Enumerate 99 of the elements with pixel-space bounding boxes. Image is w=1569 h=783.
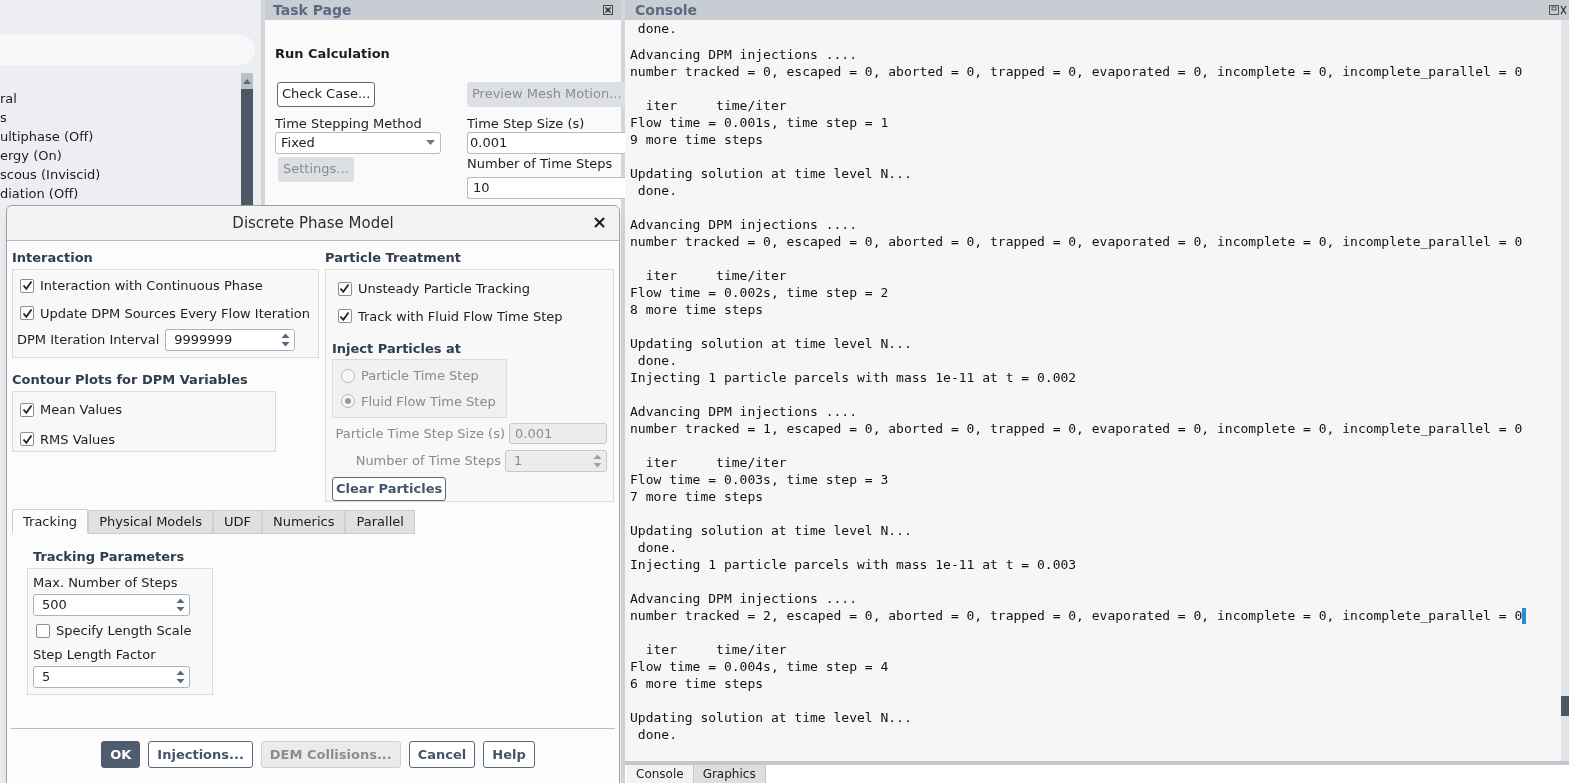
group-title: Contour Plots for DPM Variables xyxy=(12,371,249,388)
console-line: number tracked = 2, escaped = 0, aborted = 0, trapped = 0, evaporated = 0, incomplete = 0, incomplete_parallel = 0 xyxy=(630,607,1523,624)
field-label: Number of Time Steps xyxy=(467,154,614,173)
console-line: number tracked = 1, escaped = 0, aborted = 0, trapped = 0, evaporated = 0, incomplete = 0, incomplete_parallel = 0 xyxy=(630,420,1523,437)
radio-label: Particle Time Step xyxy=(360,367,479,385)
dialog-tab[interactable]: Physical Models xyxy=(88,510,213,534)
field-label: Time Step Size (s) xyxy=(467,114,586,132)
dialog-button[interactable]: Injections... xyxy=(148,741,253,768)
console-line: Injecting 1 particle parcels with mass 1e-11 at t = 0.002 xyxy=(630,369,1077,386)
checkbox-label: Specify Length Scale xyxy=(56,622,192,640)
dialog-button[interactable]: OK xyxy=(101,741,141,768)
checkbox-label: Update DPM Sources Every Flow Iteration xyxy=(40,304,310,323)
checkbox[interactable] xyxy=(36,623,50,638)
checkbox[interactable] xyxy=(20,432,34,447)
group-title: Particle Treatment xyxy=(324,249,462,266)
console-tab[interactable]: Graphics xyxy=(692,765,766,783)
tree-item[interactable]: diation (Off) xyxy=(0,184,241,203)
max-steps-field[interactable]: 500 xyxy=(33,594,190,616)
checkbox[interactable] xyxy=(20,402,34,417)
checkbox[interactable] xyxy=(337,309,352,324)
console-line: iter time/iter xyxy=(644,641,787,658)
dialog-tab[interactable]: UDF xyxy=(212,510,262,534)
check-case-button[interactable]: Check Case... xyxy=(277,81,376,107)
restore-icon[interactable] xyxy=(1549,5,1567,15)
console-line: Updating solution at time level N... xyxy=(630,335,912,352)
field-label: Step Length Factor xyxy=(33,645,157,663)
dialog-tab[interactable]: Tracking xyxy=(12,509,89,533)
tree-item[interactable]: scous (Inviscid) xyxy=(0,165,241,184)
console-line: Advancing DPM injections .... xyxy=(630,403,857,420)
console-line: Updating solution at time level N... xyxy=(630,709,912,726)
checkbox[interactable] xyxy=(20,306,34,321)
checkbox-label: Unsteady Particle Tracking xyxy=(357,280,530,298)
dialog-tab[interactable]: Parallel xyxy=(345,510,415,534)
checkbox-label: RMS Values xyxy=(40,430,116,449)
tree-item[interactable]: ral xyxy=(0,89,241,108)
console-line: Advancing DPM injections .... xyxy=(630,46,857,63)
console-line: iter time/iter xyxy=(644,267,787,284)
console-line: number tracked = 0, escaped = 0, aborted = 0, trapped = 0, evaporated = 0, incomplete = 0, incomplete_parallel = 0 xyxy=(630,233,1523,250)
console-line: done. xyxy=(636,726,677,743)
scrollbar[interactable] xyxy=(1561,20,1569,761)
field-label: Number of Time Steps xyxy=(355,452,501,471)
method-dropdown[interactable]: Fixed xyxy=(275,131,441,154)
dialog-button[interactable]: Help xyxy=(483,741,535,768)
dialog-tab[interactable]: Numerics xyxy=(261,510,346,534)
checkbox-label: Interaction with Continuous Phase xyxy=(40,277,263,295)
console-line: Flow time = 0.002s, time step = 2 xyxy=(630,284,889,301)
console-line: iter time/iter xyxy=(644,454,787,471)
checkbox-label: Mean Values xyxy=(40,401,123,419)
console-line: number tracked = 0, escaped = 0, aborted = 0, trapped = 0, evaporated = 0, incomplete = 0, incomplete_parallel = 0 xyxy=(630,63,1523,80)
console-line: Advancing DPM injections .... xyxy=(630,590,857,607)
field-label: Particle Time Step Size (s) xyxy=(335,424,505,443)
console-line: done. xyxy=(636,539,677,556)
checkbox[interactable] xyxy=(337,281,352,296)
clear-particles-button[interactable]: Clear Particles xyxy=(331,477,447,501)
tree-item[interactable]: s xyxy=(0,108,241,127)
console-line: Flow time = 0.003s, time step = 3 xyxy=(630,471,889,488)
checkbox[interactable] xyxy=(20,278,34,293)
console-line: Updating solution at time level N... xyxy=(630,165,912,182)
panel-title: Task Page xyxy=(273,0,352,20)
step-length-factor-field[interactable]: 5 xyxy=(33,665,190,688)
close-icon[interactable] xyxy=(603,5,613,15)
section-heading: Run Calculation xyxy=(275,45,391,63)
iteration-interval-field[interactable]: 9999999 xyxy=(165,329,296,351)
time-step-size-field[interactable]: 0.001 xyxy=(467,131,627,154)
text-cursor xyxy=(1522,607,1527,624)
console-line: Injecting 1 particle parcels with mass 1e-11 at t = 0.003 xyxy=(630,556,1077,573)
console-line: done. xyxy=(636,20,677,37)
spinner-arrows-icon[interactable] xyxy=(281,332,291,348)
field-label: Max. Number of Steps xyxy=(33,574,179,591)
checkbox-label: Track with Fluid Flow Time Step xyxy=(357,307,563,326)
console-line: Advancing DPM injections .... xyxy=(630,216,857,233)
tree-item[interactable]: ultiphase (Off) xyxy=(0,127,241,146)
console-line: Flow time = 0.004s, time step = 4 xyxy=(630,658,889,675)
dialog-button[interactable]: Cancel xyxy=(408,741,476,768)
time-steps-field[interactable]: 10 xyxy=(467,176,627,199)
console-line: done. xyxy=(636,182,677,199)
dropdown-caret-icon[interactable] xyxy=(426,140,435,145)
console-line: 9 more time steps xyxy=(630,131,764,148)
group-title: Tracking Parameters xyxy=(33,548,186,565)
console-line: Updating solution at time level N... xyxy=(630,522,912,539)
console-line: 8 more time steps xyxy=(630,301,764,318)
spinner-arrows-icon[interactable] xyxy=(176,668,185,685)
spinner-arrows-icon[interactable] xyxy=(176,597,185,613)
console-line: 6 more time steps xyxy=(630,675,764,692)
panel-title: Console xyxy=(635,0,698,20)
radio-label: Fluid Flow Time Step xyxy=(360,392,496,411)
dialog-title: Discrete Phase Model xyxy=(232,212,394,234)
console-tab[interactable]: Console xyxy=(627,765,693,783)
console-line: iter time/iter xyxy=(644,97,787,114)
close-button[interactable]: × xyxy=(591,213,607,231)
field-label: DPM Iteration Interval xyxy=(17,331,160,350)
console-line: Flow time = 0.001s, time step = 1 xyxy=(630,114,889,131)
up-arrow-icon[interactable] xyxy=(243,78,251,84)
tree-item[interactable]: ergy (On) xyxy=(0,146,241,165)
group-title: Interaction xyxy=(12,249,94,266)
console-line: done. xyxy=(636,352,677,369)
group-title: Inject Particles at xyxy=(331,340,463,357)
console-line: 7 more time steps xyxy=(630,488,764,505)
field-label: Time Stepping Method xyxy=(275,114,423,132)
